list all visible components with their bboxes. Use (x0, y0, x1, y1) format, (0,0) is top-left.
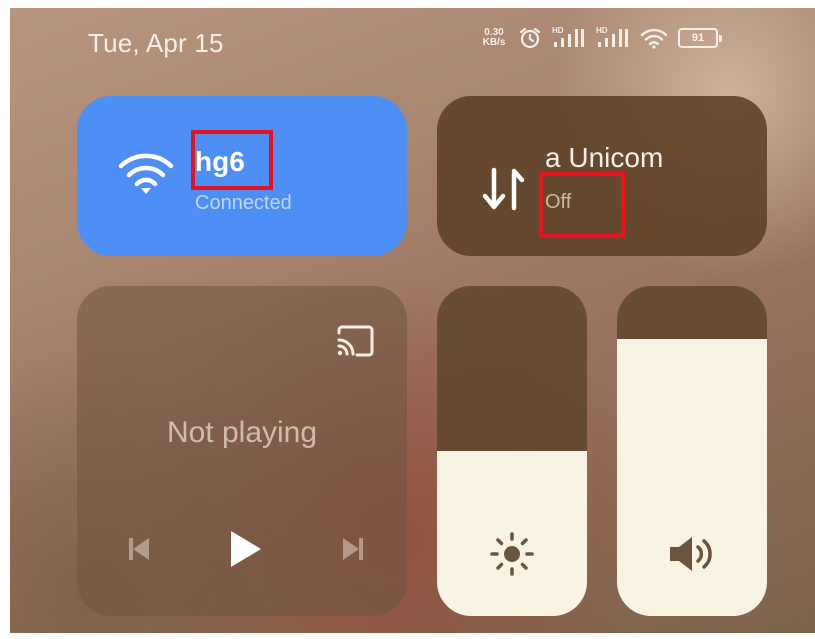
battery-level: 91 (678, 28, 718, 48)
brightness-icon (490, 532, 534, 576)
mobile-data-icon (482, 167, 525, 211)
volume-icon (670, 537, 712, 571)
media-status: Not playing (166, 416, 318, 449)
signal-icon: HD (596, 26, 630, 50)
previous-icon[interactable] (121, 531, 157, 567)
status-icons: 0.30 KB/s HD HD 91 (480, 26, 722, 50)
signal-hd-label: HD (596, 26, 608, 35)
next-icon[interactable] (335, 531, 371, 567)
control-center: Tue, Apr 15 0.30 KB/s HD HD 91 hg6 Conne… (10, 8, 815, 633)
media-player-tile[interactable]: Not playing (77, 286, 407, 616)
network-speed: 0.30 KB/s (480, 28, 508, 48)
signal-hd-label: HD (552, 26, 564, 35)
brightness-slider[interactable] (437, 286, 587, 616)
status-date: Tue, Apr 15 (88, 28, 224, 58)
wifi-toggle-tile[interactable]: hg6 Connected (77, 96, 407, 256)
volume-slider[interactable] (617, 286, 767, 616)
network-speed-unit: KB/s (482, 37, 506, 48)
play-icon[interactable] (227, 529, 263, 569)
highlight-box-data-status (539, 172, 625, 238)
mobile-data-toggle-tile[interactable]: a Unicom Off (437, 96, 767, 256)
carrier-name: a Unicom (545, 142, 664, 173)
brightness-icon-wrap (437, 530, 587, 578)
highlight-box-wifi-name (191, 130, 273, 190)
cast-icon[interactable] (335, 324, 375, 358)
wifi-status: Connected (195, 192, 292, 214)
wifi-icon (640, 28, 668, 49)
volume-icon-wrap (617, 530, 767, 578)
battery-icon: 91 (678, 28, 722, 48)
battery-tip (719, 34, 722, 42)
signal-icon: HD (552, 26, 586, 50)
alarm-icon (519, 27, 541, 49)
wifi-icon (118, 153, 174, 194)
